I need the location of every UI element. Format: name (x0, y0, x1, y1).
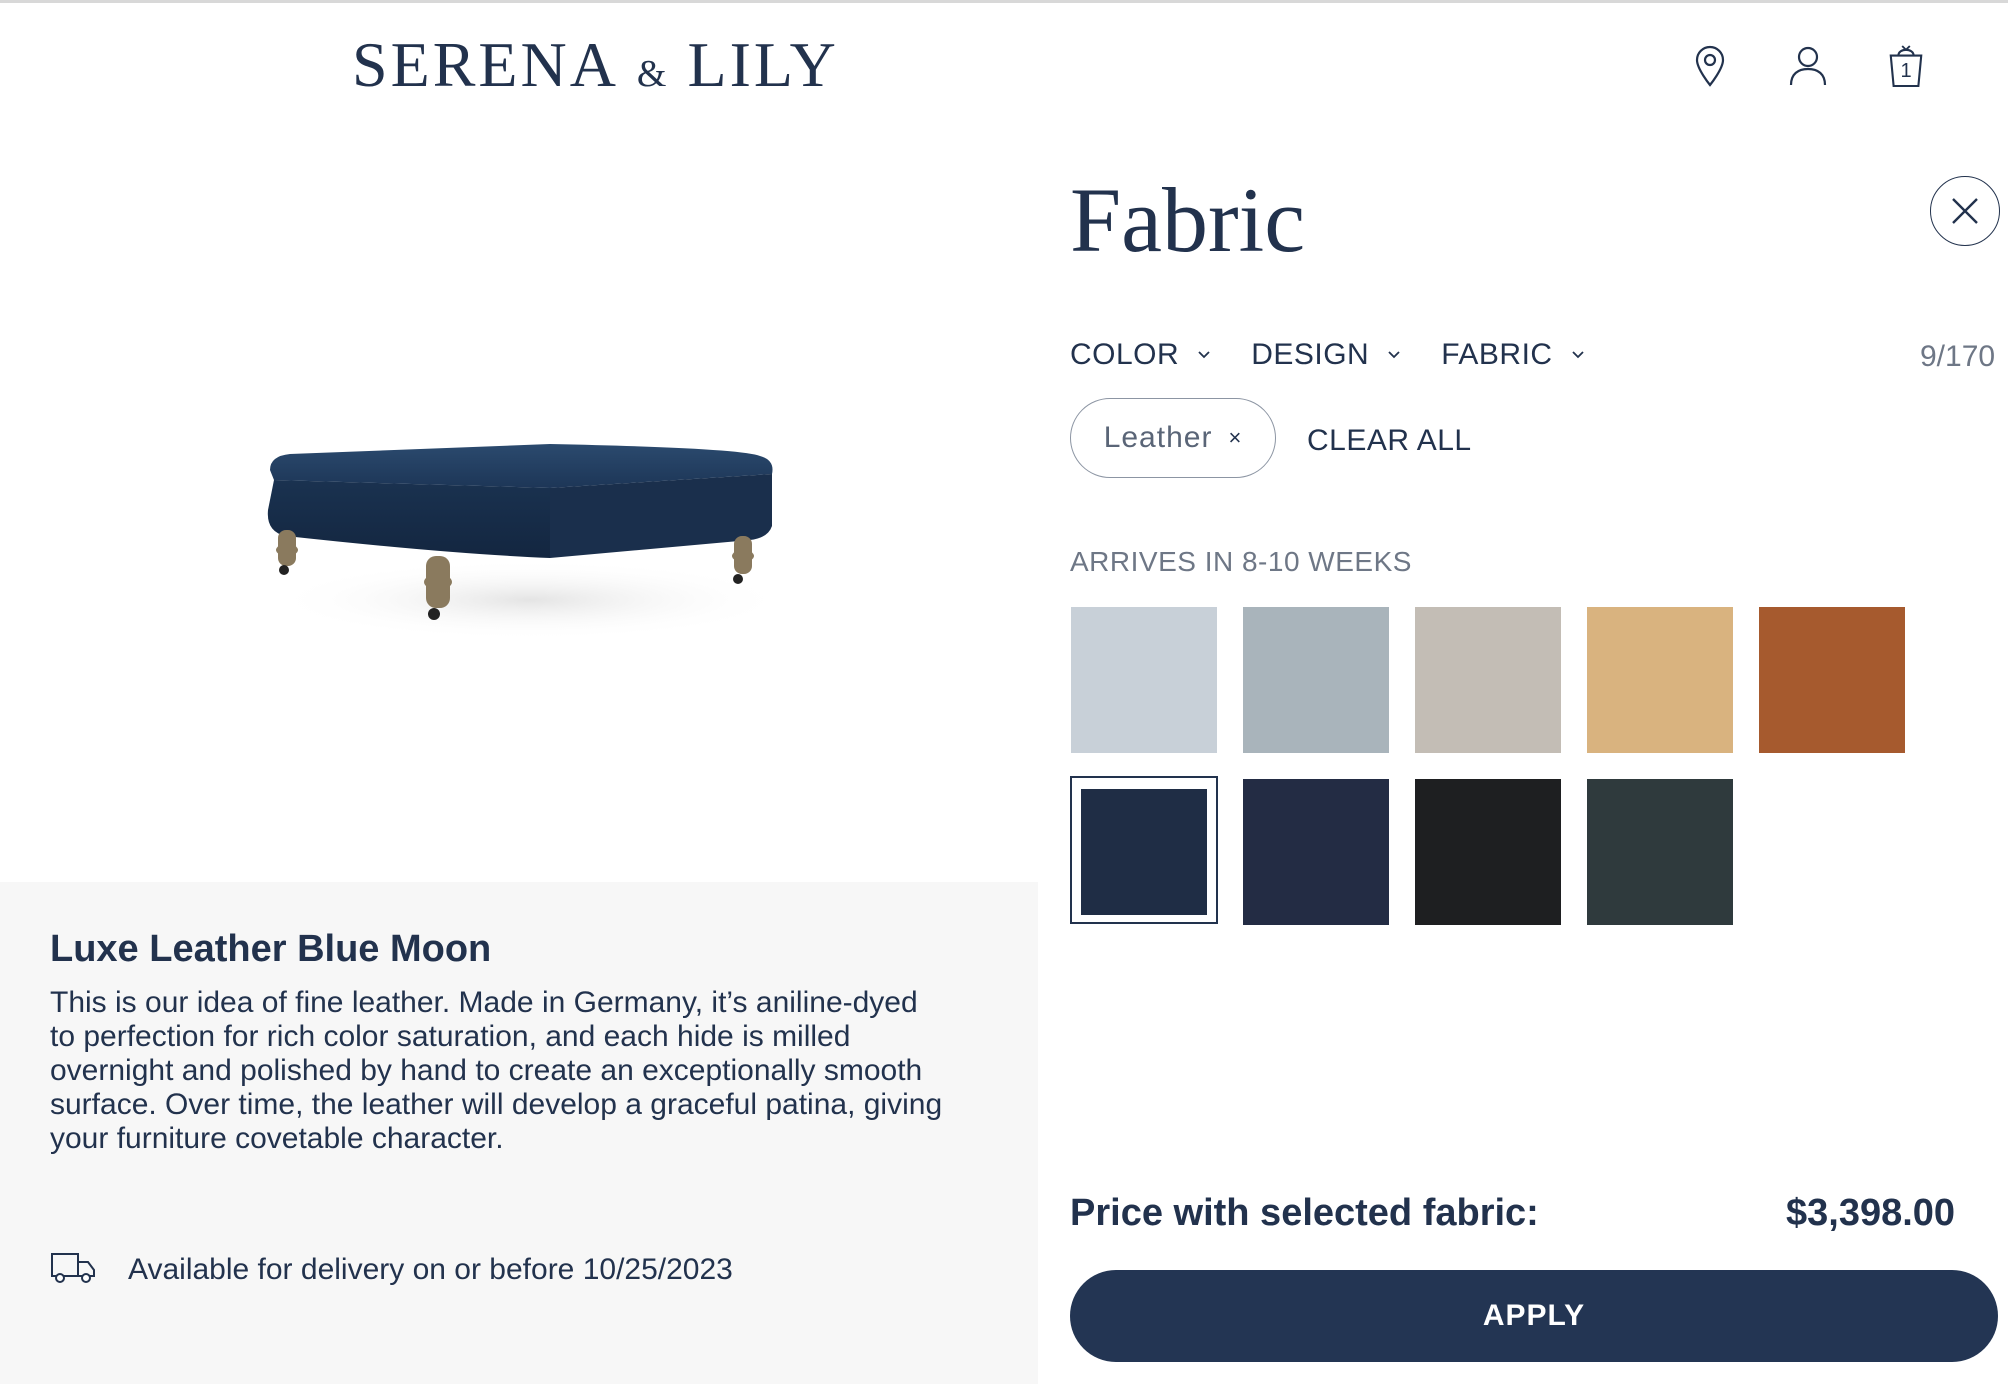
price-label: Price with selected fabric: (1070, 1192, 1539, 1234)
filter-design[interactable]: DESIGN (1251, 338, 1401, 372)
chevron-down-icon (1198, 351, 1210, 359)
logo[interactable]: SERENA & LILY (352, 30, 839, 100)
header-icons: 1 (1690, 44, 1926, 88)
fabric-swatch[interactable] (1243, 779, 1389, 925)
fabric-description: This is our idea of fine leather. Made i… (50, 986, 943, 1155)
chevron-down-icon (1571, 351, 1584, 359)
filter-fabric[interactable]: FABRIC (1441, 338, 1584, 372)
fabric-swatch[interactable] (1759, 607, 1905, 753)
fabric-swatch[interactable] (1587, 607, 1733, 753)
fabric-swatch[interactable] (1243, 607, 1389, 753)
delivery-info: Available for delivery on or before 10/2… (50, 1250, 733, 1289)
filter-design-label: DESIGN (1251, 338, 1370, 371)
chip-label: Leather (1103, 421, 1213, 454)
filter-color[interactable]: COLOR (1070, 338, 1211, 372)
logo-lily: LILY (687, 29, 839, 100)
fabric-swatch[interactable] (1071, 607, 1217, 753)
result-count: 9/170 (1920, 340, 1996, 373)
fabric-swatch[interactable] (1415, 779, 1561, 925)
product-image (250, 430, 790, 680)
cart-count: 1 (1900, 60, 1912, 82)
delivery-text: Available for delivery on or before 10/2… (128, 1252, 733, 1286)
cart-icon[interactable]: 1 (1886, 44, 1926, 88)
truck-icon (50, 1250, 96, 1289)
top-border (0, 0, 2008, 3)
close-icon (1952, 198, 1978, 224)
fabric-name: Luxe Leather Blue Moon (50, 928, 492, 970)
fabric-swatch[interactable] (1587, 779, 1733, 925)
remove-filter-icon[interactable]: × (1228, 425, 1242, 451)
fabric-info-panel: Luxe Leather Blue Moon This is our idea … (0, 882, 1038, 1384)
account-icon[interactable] (1788, 44, 1828, 88)
arrives-heading: ARRIVES IN 8-10 WEEKS (1070, 546, 1412, 577)
filter-color-label: COLOR (1070, 338, 1180, 371)
price-value: $3,398.00 (1786, 1192, 1956, 1234)
apply-button[interactable]: APPLY (1070, 1270, 1998, 1362)
fabric-swatch[interactable] (1081, 789, 1207, 915)
clear-all-button[interactable]: CLEAR ALL (1307, 424, 1472, 458)
logo-ampersand: & (636, 53, 670, 95)
filter-fabric-label: FABRIC (1441, 338, 1553, 371)
filter-bar: COLOR DESIGN FABRIC (1070, 338, 1585, 372)
close-button[interactable] (1930, 176, 2000, 246)
location-pin-icon[interactable] (1690, 44, 1730, 88)
chevron-down-icon (1388, 351, 1400, 359)
logo-serena: SERENA (352, 29, 619, 100)
active-filter-chip[interactable]: Leather × (1070, 398, 1276, 478)
panel-title: Fabric (1070, 169, 1306, 271)
fabric-swatch[interactable] (1415, 607, 1561, 753)
